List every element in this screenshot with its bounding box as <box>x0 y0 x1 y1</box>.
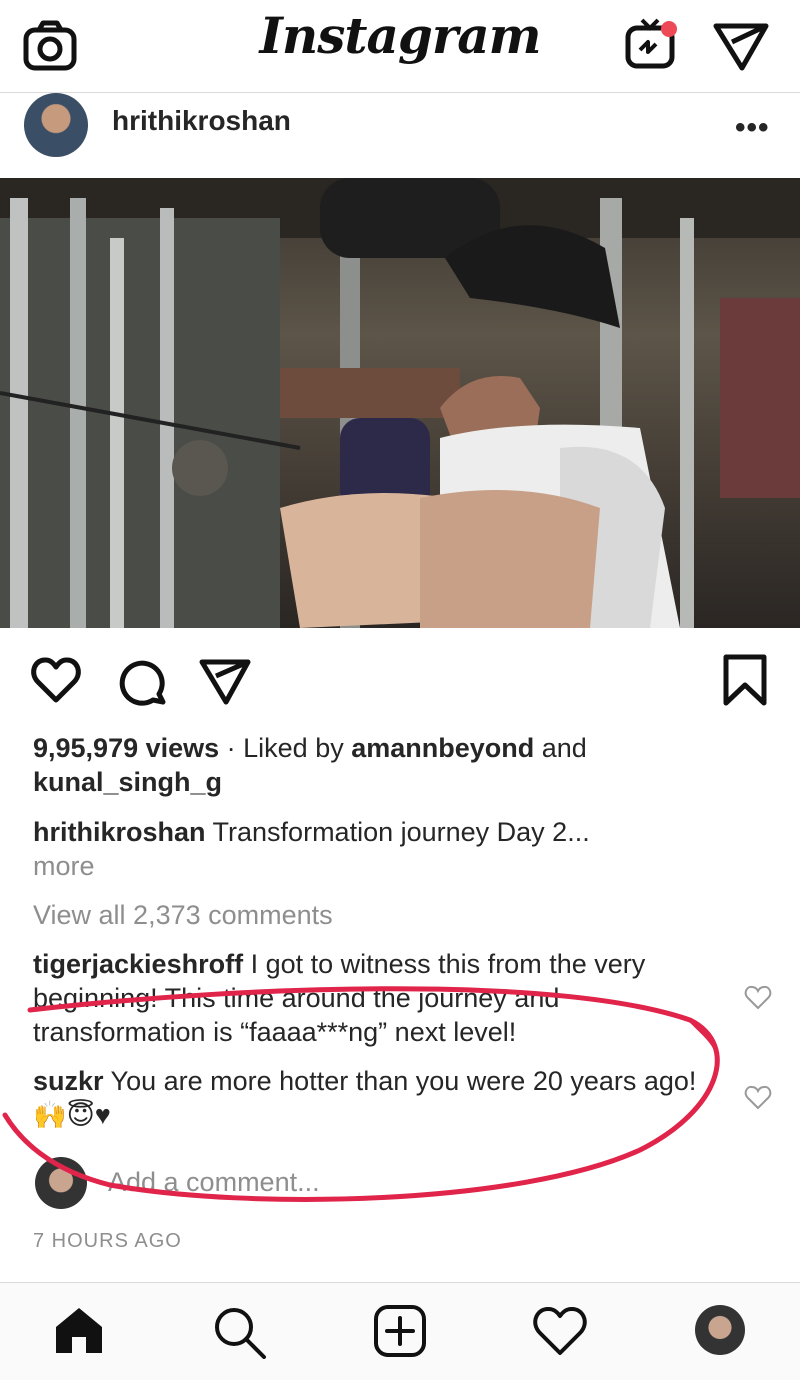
caption-more-link[interactable]: more <box>33 851 95 881</box>
direct-message-icon[interactable] <box>712 20 770 72</box>
post-video[interactable] <box>0 178 800 628</box>
gym-workout-image <box>0 178 800 628</box>
post-timestamp: 7 HOURS AGO <box>33 1230 182 1252</box>
liked-by-user-1[interactable]: amannbeyond <box>351 733 534 763</box>
liked-by-label: · Liked by <box>219 733 352 763</box>
post-actions-bar <box>0 650 800 710</box>
caption-username[interactable]: hrithikroshan <box>33 817 206 847</box>
more-options-icon[interactable]: ••• <box>735 111 770 145</box>
home-icon[interactable] <box>52 1305 106 1355</box>
share-icon[interactable] <box>198 656 252 706</box>
igtv-icon[interactable] <box>624 16 680 72</box>
comment-like-heart-icon[interactable] <box>744 1085 772 1111</box>
comment: suzkr You are more hotter than you were … <box>33 1064 723 1132</box>
views-and-likes: 9,95,979 views · Liked by amannbeyond an… <box>33 731 733 799</box>
views-count[interactable]: 9,95,979 views <box>33 733 219 763</box>
bottom-tab-bar <box>0 1282 800 1380</box>
comment: tigerjackieshroff I got to witness this … <box>33 947 723 1049</box>
bookmark-icon[interactable] <box>722 654 768 706</box>
new-post-icon[interactable] <box>372 1303 428 1359</box>
author-avatar[interactable] <box>24 93 88 157</box>
comment-username[interactable]: tigerjackieshroff <box>33 949 243 979</box>
comment-like-heart-icon[interactable] <box>744 985 772 1011</box>
profile-avatar[interactable] <box>695 1305 745 1355</box>
activity-heart-icon[interactable] <box>532 1305 588 1357</box>
post-author-username[interactable]: hrithikroshan <box>112 105 291 137</box>
post-caption: hrithikroshan Transformation journey Day… <box>33 815 733 883</box>
comment-icon[interactable] <box>115 656 167 706</box>
add-comment-row: Add a comment... <box>0 1157 800 1213</box>
view-all-comments-link[interactable]: View all 2,373 comments <box>33 898 713 932</box>
current-user-avatar <box>35 1157 87 1209</box>
caption-text: Transformation journey Day 2... <box>205 817 590 847</box>
liked-and-label: and <box>534 733 587 763</box>
notification-dot <box>661 21 677 37</box>
post-header: hrithikroshan ••• <box>0 93 800 178</box>
add-comment-input[interactable]: Add a comment... <box>108 1167 320 1198</box>
search-icon[interactable] <box>212 1305 268 1359</box>
top-navigation-bar: Instagram <box>0 0 800 93</box>
instagram-logo: Instagram <box>259 6 542 65</box>
comment-text: You are more hotter than you were 20 yea… <box>33 1066 697 1130</box>
liked-by-user-2[interactable]: kunal_singh_g <box>33 767 222 797</box>
heart-icon[interactable] <box>30 656 82 704</box>
comment-username[interactable]: suzkr <box>33 1066 104 1096</box>
